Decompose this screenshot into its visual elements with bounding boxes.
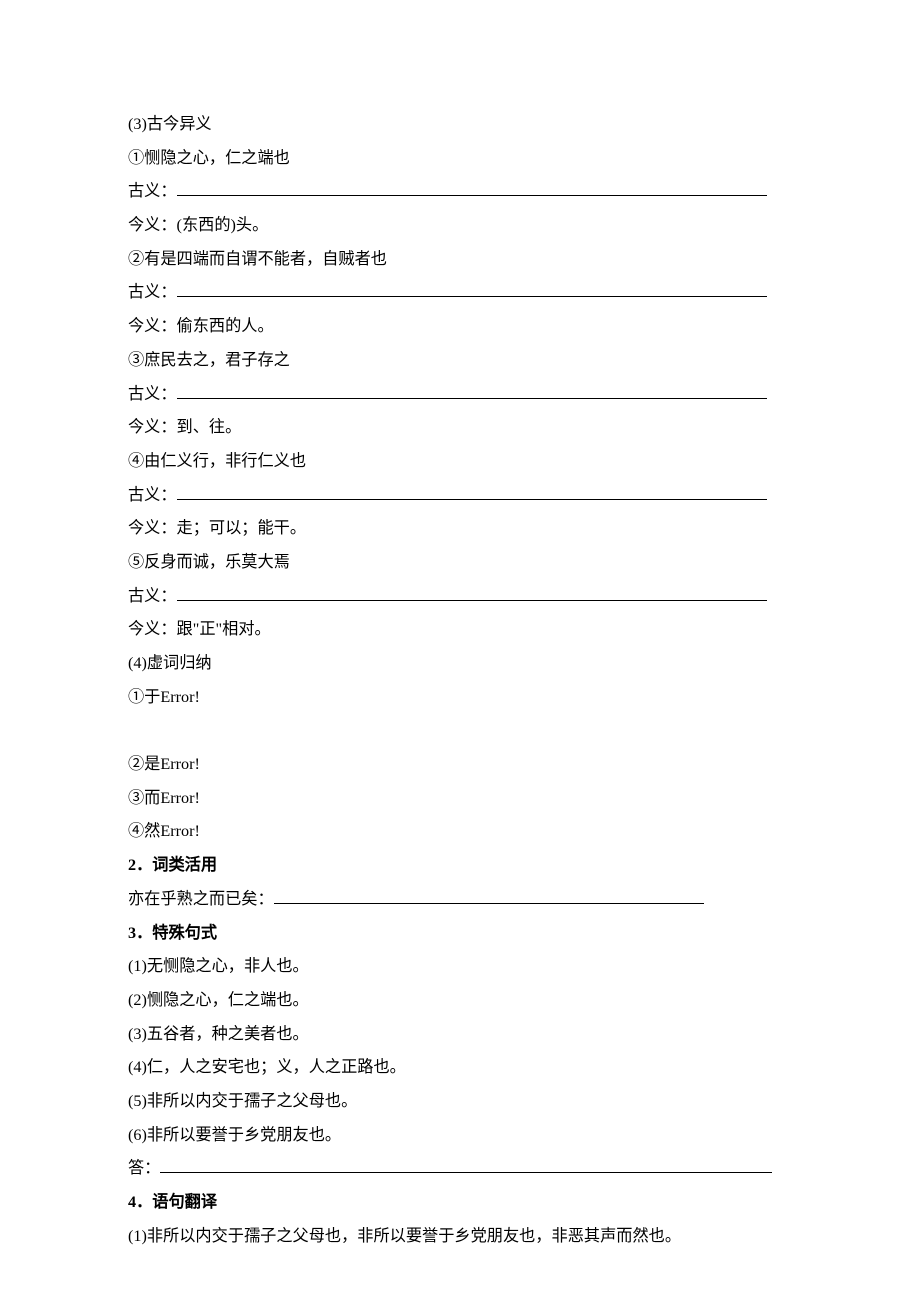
- xu-3: ③而Error!: [128, 782, 795, 816]
- q2-gu: 古义：: [128, 276, 795, 310]
- gu-label: 古义：: [128, 587, 177, 605]
- q2-jin: 今义：偷东西的人。: [128, 310, 795, 344]
- q5-text: ⑤反身而诚，乐莫大焉: [128, 546, 795, 580]
- s4-1: (1)非所以内交于孺子之父母也，非所以要誉于乡党朋友也，非恶其声而然也。: [128, 1220, 795, 1254]
- xu-4: ④然Error!: [128, 815, 795, 849]
- sec2-line: 亦在乎熟之而已矣：: [128, 883, 795, 917]
- section-4-header: (4)虚词归纳: [128, 647, 795, 681]
- blank-field[interactable]: [177, 482, 767, 499]
- q1-text: ①恻隐之心，仁之端也: [128, 142, 795, 176]
- q3-jin: 今义：到、往。: [128, 411, 795, 445]
- blank-field[interactable]: [160, 1156, 772, 1173]
- blank-field[interactable]: [177, 179, 767, 196]
- s3-6: (6)非所以要誉于乡党朋友也。: [128, 1119, 795, 1153]
- section-2-header: 2．词类活用: [128, 849, 795, 883]
- section-3-header: (3)古今异义: [128, 108, 795, 142]
- xu-1: ①于Error!: [128, 681, 795, 715]
- blank-field[interactable]: [177, 583, 767, 600]
- s3-3: (3)五谷者，种之美者也。: [128, 1018, 795, 1052]
- sec2-prefix: 亦在乎熟之而已矣：: [128, 890, 274, 908]
- spacer: [128, 714, 795, 748]
- gu-label: 古义：: [128, 283, 177, 301]
- blank-field[interactable]: [274, 887, 704, 904]
- gu-label: 古义：: [128, 486, 177, 504]
- q3-text: ③庶民去之，君子存之: [128, 344, 795, 378]
- q4-text: ④由仁义行，非行仁义也: [128, 445, 795, 479]
- s3-4: (4)仁，人之安宅也；义，人之正路也。: [128, 1051, 795, 1085]
- q4-jin: 今义：走；可以；能干。: [128, 512, 795, 546]
- q5-gu: 古义：: [128, 580, 795, 614]
- xu-2: ②是Error!: [128, 748, 795, 782]
- s3-5: (5)非所以内交于孺子之父母也。: [128, 1085, 795, 1119]
- blank-field[interactable]: [177, 280, 767, 297]
- s3-2: (2)恻隐之心，仁之端也。: [128, 984, 795, 1018]
- gu-label: 古义：: [128, 385, 177, 403]
- q4-gu: 古义：: [128, 479, 795, 513]
- q1-jin: 今义：(东西的)头。: [128, 209, 795, 243]
- answer-label: 答：: [128, 1159, 160, 1177]
- answer-line: 答：: [128, 1152, 795, 1186]
- gu-label: 古义：: [128, 182, 177, 200]
- q5-jin: 今义：跟"正"相对。: [128, 613, 795, 647]
- q2-text: ②有是四端而自谓不能者，自贼者也: [128, 243, 795, 277]
- s3-1: (1)无恻隐之心，非人也。: [128, 950, 795, 984]
- q3-gu: 古义：: [128, 378, 795, 412]
- section-3b-header: 3．特殊句式: [128, 917, 795, 951]
- q1-gu: 古义：: [128, 175, 795, 209]
- blank-field[interactable]: [177, 381, 767, 398]
- section-4b-header: 4．语句翻译: [128, 1186, 795, 1220]
